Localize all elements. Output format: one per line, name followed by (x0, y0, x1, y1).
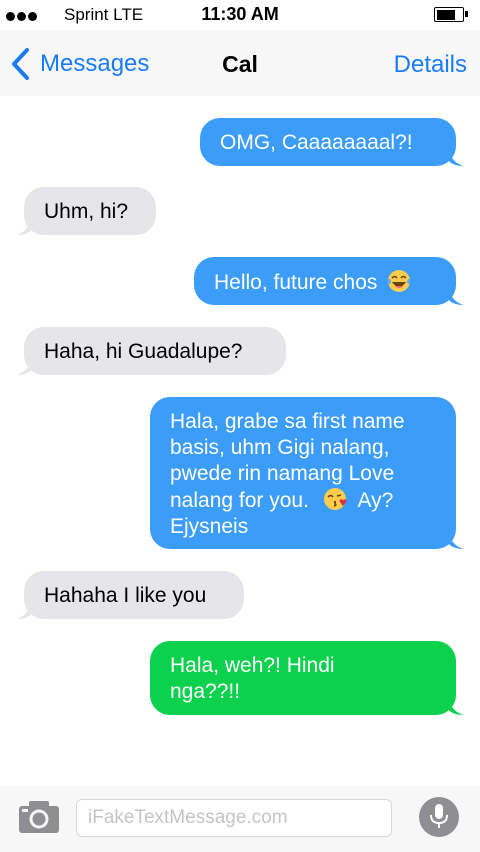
message-text-line: pwede rin namang Love (170, 462, 395, 485)
message-bubble-outgoing[interactable]: Hala, grabe sa first name basis, uhm Gig… (150, 397, 464, 549)
message-text-line: basis, uhm Gigi nalang, (170, 436, 390, 459)
message-text-line: Ejysneis (170, 515, 249, 538)
navigation-bar: Messages Cal Details (0, 30, 480, 96)
laughing-tears-emoji-icon (388, 270, 411, 292)
message-text-line: Ay? (357, 489, 394, 512)
message-text: OMG, Caaaaaaaal?! (220, 131, 413, 154)
message-bubble-outgoing-sms[interactable]: Hala, weh?! Hindi nga??!! (150, 641, 464, 715)
status-bar: Sprint LTE 11:30 AM (0, 0, 480, 30)
kissing-heart-emoji-icon (323, 488, 347, 510)
message-list: OMG, Caaaaaaaal?! Uhm, hi? Hello, future… (0, 96, 480, 786)
microphone-icon (430, 804, 448, 828)
message-bubble-incoming[interactable]: Haha, hi Guadalupe? (16, 327, 286, 375)
battery-icon (434, 7, 468, 22)
message-bubble-outgoing[interactable]: OMG, Caaaaaaaal?! (200, 118, 464, 166)
details-button[interactable]: Details (394, 51, 467, 79)
message-text: Haha, hi Guadalupe? (44, 340, 243, 363)
status-time: 11:30 AM (201, 4, 279, 24)
message-text: Hahaha I like you (44, 584, 207, 607)
microphone-button[interactable] (419, 797, 459, 837)
message-input-bar: iFakeTextMessage.com (0, 786, 480, 852)
message-text-line: nalang for you. (170, 489, 309, 512)
message-bubble-incoming[interactable]: Uhm, hi? (16, 187, 156, 235)
message-text: Hello, future chos (214, 271, 378, 294)
message-text-line: Hala, weh?! Hindi (170, 654, 335, 677)
message-input[interactable]: iFakeTextMessage.com (76, 799, 392, 837)
camera-icon[interactable] (18, 800, 60, 834)
message-text-line: nga??!! (170, 680, 241, 703)
message-text: Uhm, hi? (44, 200, 129, 223)
message-input-placeholder: iFakeTextMessage.com (88, 807, 288, 828)
message-text-line: Hala, grabe sa first name (170, 410, 405, 433)
message-bubble-incoming[interactable]: Hahaha I like you (16, 571, 244, 619)
message-bubble-outgoing[interactable]: Hello, future chos (194, 257, 464, 305)
